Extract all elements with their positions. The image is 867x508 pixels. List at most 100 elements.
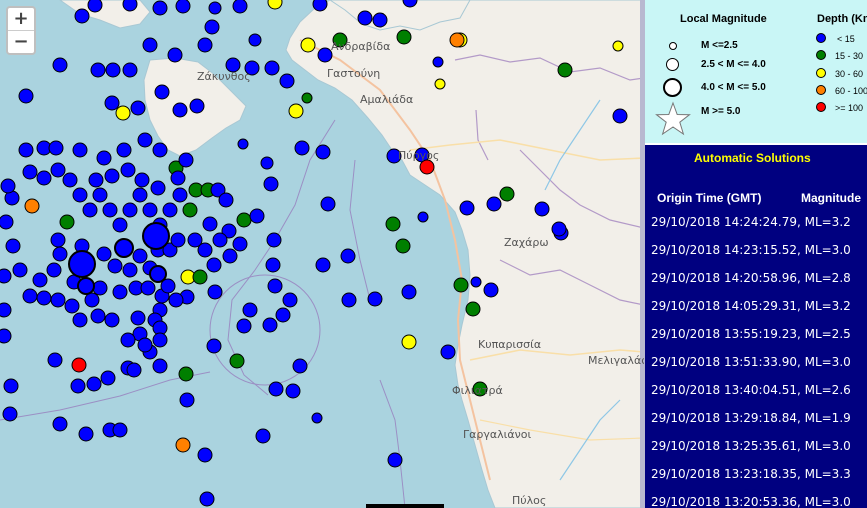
earthquake-marker[interactable] [64, 298, 80, 314]
earthquake-marker[interactable] [260, 156, 274, 170]
solution-row[interactable]: 29/10/2018 14:23:15.52, ML=3.0 [651, 243, 851, 257]
solution-row[interactable]: 29/10/2018 14:24:24.79, ML=3.2 [651, 215, 851, 229]
earthquake-marker[interactable] [32, 272, 48, 288]
earthquake-marker[interactable] [92, 280, 108, 296]
solution-row[interactable]: 29/10/2018 13:25:35.61, ML=3.0 [651, 439, 851, 453]
earthquake-marker[interactable] [434, 78, 446, 90]
earthquake-marker[interactable] [50, 232, 66, 248]
earthquake-marker[interactable] [288, 103, 304, 119]
earthquake-marker[interactable] [282, 292, 298, 308]
earthquake-marker[interactable] [315, 257, 331, 273]
earthquake-marker[interactable] [315, 144, 331, 160]
earthquake-marker[interactable] [92, 187, 108, 203]
earthquake-marker[interactable] [72, 187, 88, 203]
earthquake-marker[interactable] [100, 370, 116, 386]
earthquake-marker[interactable] [140, 280, 156, 296]
earthquake-marker[interactable] [275, 307, 291, 323]
earthquake-marker[interactable] [267, 0, 283, 10]
earthquake-marker[interactable] [432, 56, 444, 68]
earthquake-marker[interactable] [0, 214, 14, 230]
earthquake-marker[interactable] [74, 8, 90, 24]
earthquake-marker[interactable] [130, 310, 146, 326]
earthquake-marker[interactable] [340, 248, 356, 264]
earthquake-marker[interactable] [152, 142, 168, 158]
earthquake-marker[interactable] [24, 198, 40, 214]
earthquake-marker[interactable] [341, 292, 357, 308]
earthquake-marker[interactable] [170, 170, 186, 186]
earthquake-marker[interactable] [204, 19, 220, 35]
earthquake-marker[interactable] [264, 60, 280, 76]
earthquake-marker[interactable] [212, 232, 228, 248]
earthquake-marker[interactable] [248, 33, 262, 47]
earthquake-marker[interactable] [87, 0, 103, 13]
earthquake-marker[interactable] [419, 159, 435, 175]
solution-row[interactable]: 29/10/2018 14:05:29.31, ML=3.2 [651, 299, 851, 313]
earthquake-marker[interactable] [292, 358, 308, 374]
earthquake-marker[interactable] [208, 1, 222, 15]
solution-row[interactable]: 29/10/2018 14:20:58.96, ML=2.8 [651, 271, 851, 285]
earthquake-marker[interactable] [417, 211, 429, 223]
earthquake-marker[interactable] [311, 412, 323, 424]
earthquake-marker[interactable] [218, 192, 234, 208]
earthquake-marker[interactable] [300, 37, 316, 53]
earthquake-marker[interactable] [320, 196, 336, 212]
earthquake-marker[interactable] [222, 248, 238, 264]
earthquake-marker[interactable] [175, 437, 191, 453]
earthquake-marker[interactable] [2, 406, 18, 422]
earthquake-marker[interactable] [449, 32, 465, 48]
earthquake-marker[interactable] [62, 172, 78, 188]
earthquake-marker[interactable] [90, 308, 106, 324]
zoom-in-button[interactable]: + [8, 8, 34, 30]
earthquake-marker[interactable] [3, 378, 19, 394]
earthquake-marker[interactable] [312, 0, 328, 12]
earthquake-marker[interactable] [168, 292, 184, 308]
earthquake-marker[interactable] [112, 422, 128, 438]
earthquake-marker[interactable] [192, 269, 208, 285]
solution-row[interactable]: 29/10/2018 13:29:18.84, ML=1.9 [651, 411, 851, 425]
earthquake-marker[interactable] [52, 57, 68, 73]
earthquake-marker[interactable] [162, 202, 178, 218]
earthquake-marker[interactable] [96, 150, 112, 166]
earthquake-marker[interactable] [0, 328, 12, 344]
earthquake-marker[interactable] [122, 0, 138, 12]
earthquake-marker[interactable] [465, 301, 481, 317]
earthquake-marker[interactable] [175, 0, 191, 14]
earthquake-marker[interactable] [96, 246, 112, 262]
earthquake-marker[interactable] [367, 291, 383, 307]
earthquake-marker[interactable] [47, 352, 63, 368]
automatic-solutions-panel[interactable]: Automatic Solutions Origin Time (GMT) Ma… [645, 143, 867, 508]
earthquake-marker[interactable] [236, 212, 252, 228]
solution-row[interactable]: 29/10/2018 13:20:53.36, ML=3.0 [651, 495, 851, 508]
earthquake-marker[interactable] [612, 40, 624, 52]
earthquake-marker[interactable] [268, 381, 284, 397]
earthquake-marker[interactable] [534, 201, 550, 217]
earthquake-marker[interactable] [78, 426, 94, 442]
earthquake-marker[interactable] [104, 95, 120, 111]
earthquake-marker[interactable] [48, 140, 64, 156]
earthquake-marker[interactable] [401, 334, 417, 350]
earthquake-marker[interactable] [551, 221, 567, 237]
earthquake-marker[interactable] [385, 216, 401, 232]
earthquake-marker[interactable] [557, 62, 573, 78]
earthquake-marker[interactable] [202, 216, 218, 232]
earthquake-marker[interactable] [112, 284, 128, 300]
earthquake-marker[interactable] [294, 140, 310, 156]
earthquake-marker[interactable] [237, 138, 249, 150]
earthquake-marker[interactable] [36, 290, 52, 306]
earthquake-marker-large[interactable] [77, 277, 95, 295]
earthquake-marker[interactable] [167, 47, 183, 63]
earthquake-marker[interactable] [172, 187, 188, 203]
earthquake-marker[interactable] [142, 202, 158, 218]
solution-row[interactable]: 29/10/2018 13:51:33.90, ML=3.0 [651, 355, 851, 369]
earthquake-marker[interactable] [12, 262, 28, 278]
earthquake-marker[interactable] [172, 102, 188, 118]
earthquake-marker[interactable] [189, 98, 205, 114]
solution-row[interactable]: 29/10/2018 13:40:04.51, ML=2.6 [651, 383, 851, 397]
earthquake-marker[interactable] [470, 276, 482, 288]
earthquake-marker[interactable] [104, 168, 120, 184]
earthquake-marker[interactable] [459, 200, 475, 216]
earthquake-marker[interactable] [52, 246, 68, 262]
earthquake-marker[interactable] [0, 178, 16, 194]
earthquake-marker[interactable] [150, 180, 166, 196]
earthquake-marker[interactable] [134, 172, 150, 188]
